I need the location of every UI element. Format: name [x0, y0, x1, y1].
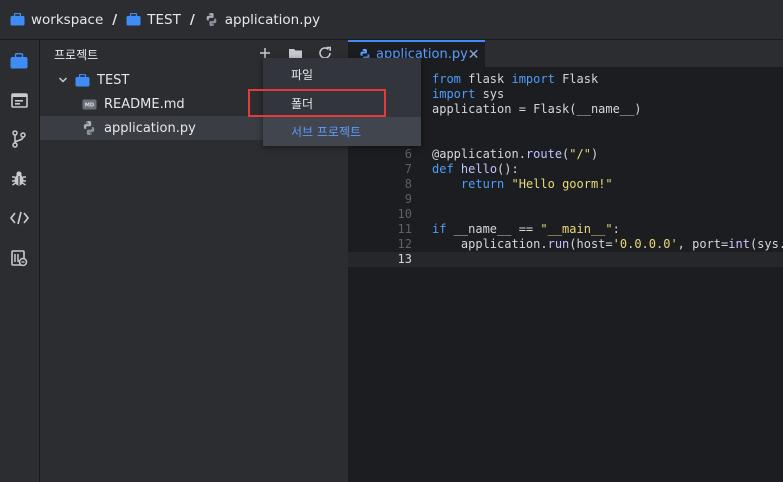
code-text: application.run(host='0.0.0.0', port=int…	[432, 237, 783, 251]
menu-item-subproject[interactable]: 서브 프로젝트	[263, 117, 421, 146]
breadcrumb-project[interactable]: TEST	[126, 12, 181, 28]
python-icon	[204, 12, 219, 27]
code-line: 6 @application.route("/")	[348, 147, 783, 162]
window-panel-icon[interactable]	[8, 89, 30, 111]
line-number: 8	[404, 177, 412, 191]
code-line: 9	[348, 192, 783, 207]
tree-label: TEST	[97, 72, 130, 88]
code-line: 8 return "Hello goorm!"	[348, 177, 783, 192]
code-line: 12 application.run(host='0.0.0.0', port=…	[348, 237, 783, 252]
annotation-highlight-box	[248, 89, 386, 117]
menu-item-file[interactable]: 파일	[263, 60, 421, 89]
code-line: 10	[348, 207, 783, 222]
code-brackets-icon[interactable]	[8, 207, 30, 229]
code-text: from flask import Flask	[432, 72, 599, 86]
extensions-icon[interactable]	[8, 247, 30, 269]
line-number: 13	[397, 252, 412, 266]
line-number: 9	[404, 192, 412, 206]
briefcase-icon	[10, 13, 25, 26]
breadcrumb-workspace[interactable]: workspace	[10, 12, 103, 28]
svg-text:MD: MD	[85, 102, 95, 108]
code-text: if __name__ == "__main__":	[432, 222, 620, 236]
briefcase-icon	[126, 13, 141, 26]
close-icon[interactable]: ✕	[468, 47, 480, 63]
line-number: 6	[404, 147, 412, 161]
breadcrumb-separator: /	[189, 11, 195, 28]
breadcrumb: workspace / TEST / application.py	[0, 0, 783, 40]
breadcrumb-label: workspace	[31, 11, 104, 28]
breadcrumb-label: TEST	[147, 11, 181, 28]
tree-label: application.py	[104, 120, 196, 136]
line-number: 10	[397, 207, 412, 221]
code-text: @application.route("/")	[432, 147, 599, 161]
code-text: application = Flask(__name__)	[432, 102, 642, 116]
code-text: def hello():	[432, 162, 519, 176]
breadcrumb-label: application.py	[224, 11, 321, 28]
breadcrumb-separator: /	[112, 11, 118, 28]
folder-briefcase-icon	[75, 73, 90, 87]
tree-label: README.md	[104, 96, 185, 112]
line-number: 7	[404, 162, 412, 176]
project-explorer-icon[interactable]	[8, 50, 30, 72]
markdown-file-icon: MD	[82, 99, 97, 110]
breadcrumb-file[interactable]: application.py	[204, 12, 320, 28]
activity-bar	[0, 40, 40, 482]
code-line: 11 if __name__ == "__main__":	[348, 222, 783, 237]
debug-bug-icon[interactable]	[8, 167, 30, 189]
line-number: 11	[397, 222, 412, 236]
code-text: return "Hello goorm!"	[460, 177, 613, 191]
git-branch-icon[interactable]	[8, 128, 30, 150]
chevron-down-icon[interactable]	[58, 75, 68, 85]
line-number: 12	[397, 237, 412, 251]
code-line: 7 def hello():	[348, 162, 783, 177]
python-icon	[81, 120, 97, 136]
code-text: import sys	[432, 87, 505, 101]
code-line-current: 13	[348, 252, 783, 267]
